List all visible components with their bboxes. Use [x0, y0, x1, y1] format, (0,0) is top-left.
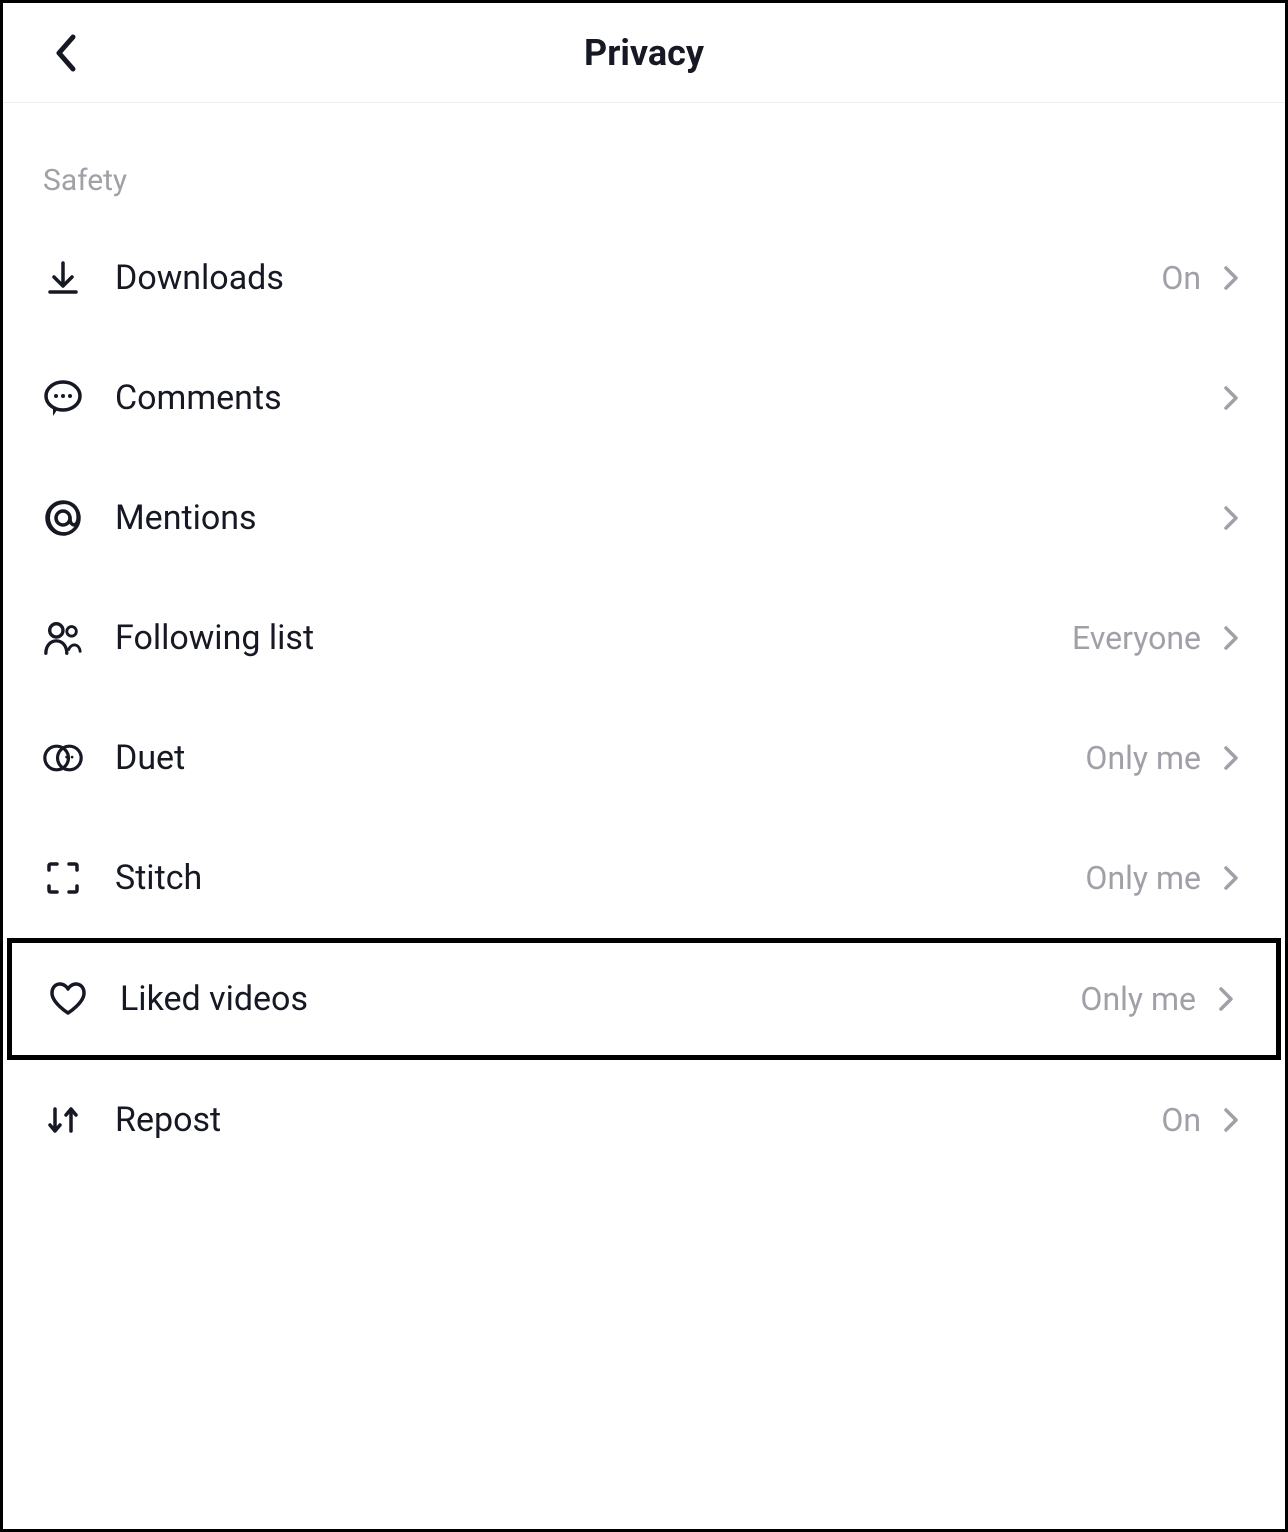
list-item-liked-videos[interactable]: Liked videos Only me [7, 938, 1281, 1060]
item-label: Repost [115, 1100, 1161, 1140]
item-label: Stitch [115, 858, 1085, 898]
header: Privacy [3, 3, 1285, 103]
item-value: Only me [1085, 739, 1201, 777]
item-value: Everyone [1072, 619, 1201, 657]
item-value: Only me [1080, 980, 1196, 1018]
item-value: On [1161, 1101, 1201, 1139]
people-icon [43, 618, 83, 658]
chevron-right-icon [1217, 1106, 1245, 1134]
chevron-right-icon [1212, 985, 1240, 1013]
heart-icon [48, 979, 88, 1019]
list-item-downloads[interactable]: Downloads On [3, 218, 1285, 338]
item-value: On [1161, 259, 1201, 297]
chevron-right-icon [1217, 744, 1245, 772]
item-label: Mentions [115, 498, 1201, 538]
chevron-right-icon [1217, 624, 1245, 652]
page-title: Privacy [3, 32, 1285, 74]
stitch-icon [43, 858, 83, 898]
chevron-left-icon [53, 33, 77, 73]
chevron-right-icon [1217, 504, 1245, 532]
list-item-mentions[interactable]: Mentions [3, 458, 1285, 578]
chevron-right-icon [1217, 864, 1245, 892]
list-item-repost[interactable]: Repost On [3, 1060, 1285, 1180]
item-label: Liked videos [120, 979, 1080, 1019]
list-item-duet[interactable]: Duet Only me [3, 698, 1285, 818]
repost-icon [43, 1100, 83, 1140]
back-button[interactable] [45, 33, 85, 73]
duet-icon [43, 738, 83, 778]
list-item-stitch[interactable]: Stitch Only me [3, 818, 1285, 938]
item-label: Downloads [115, 258, 1161, 298]
list-item-following-list[interactable]: Following list Everyone [3, 578, 1285, 698]
item-label: Following list [115, 618, 1072, 658]
download-icon [43, 258, 83, 298]
chevron-right-icon [1217, 384, 1245, 412]
comment-icon [43, 378, 83, 418]
section-header-safety: Safety [3, 103, 1285, 218]
item-label: Duet [115, 738, 1085, 778]
list-item-comments[interactable]: Comments [3, 338, 1285, 458]
item-value: Only me [1085, 859, 1201, 897]
at-icon [43, 498, 83, 538]
item-label: Comments [115, 378, 1201, 418]
chevron-right-icon [1217, 264, 1245, 292]
